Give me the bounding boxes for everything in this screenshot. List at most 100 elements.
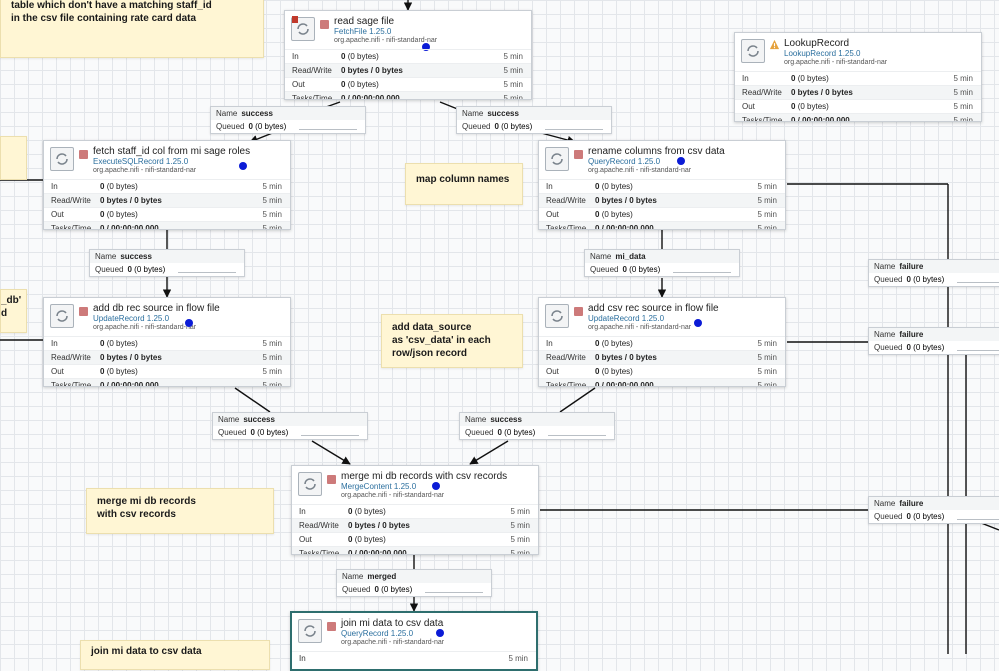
stat-tasks-label: Tasks/Time [51,381,92,387]
processor-name: fetch staff_id col from mi sage roles [93,146,251,157]
connection-mi-data[interactable]: Name mi_data Queued 0 (0 bytes) [584,249,740,277]
stopped-status-icon[interactable] [574,307,583,316]
processor-name: add db rec source in flow file [93,303,220,314]
stat-time: 5 min [503,80,523,89]
label-left-partial-top[interactable] [0,136,27,180]
stat-time: 5 min [503,66,523,75]
label-join-data[interactable]: join mi data to csv data [80,640,270,670]
queue-bar [673,272,731,273]
conn-queued-bytes: (0 bytes) [913,275,945,284]
processor-type: UpdateRecord 1.25.0 [93,314,170,323]
stat-in-label: In [546,339,553,348]
warning-icon[interactable] [769,39,780,50]
stat-tasks-label: Tasks/Time [742,116,783,122]
label-add-data-source[interactable]: add data_source as 'csv_data' in each ro… [381,314,523,368]
conn-queued-count: 0 [127,265,132,274]
processor-join-mi-data[interactable]: join mi data to csv data QueryRecord 1.2… [290,611,538,671]
connection-failure-3[interactable]: Name failure Queued 0 (0 bytes) [868,496,999,524]
stat-in-label: In [299,507,306,516]
processor-icon [50,147,74,171]
stopped-status-icon[interactable] [320,20,329,29]
stat-in-value: 0 (0 bytes) [595,339,633,348]
connection-success-5[interactable]: Name success Queued 0 (0 bytes) [459,412,615,440]
label-map-columns[interactable]: map column names [405,163,523,205]
label-merge-records[interactable]: merge mi db records with csv records [86,488,274,534]
stat-rw-label: Read/Write [299,521,339,530]
stat-in-value: 0 (0 bytes) [341,52,379,61]
stat-out-label: Out [51,367,64,376]
stopped-status-icon[interactable] [79,307,88,316]
processor-type: QueryRecord 1.25.0 [341,629,414,638]
stat-time: 5 min [757,182,777,191]
bulletin-indicator[interactable] [239,162,247,170]
stat-time: 5 min [757,224,777,230]
stat-in-value: 0 (0 bytes) [791,74,829,83]
stat-time: 5 min [953,116,973,122]
conn-queued-count: 0 [494,122,499,131]
stat-rw-label: Read/Write [51,353,91,362]
label-left-partial[interactable]: _db' d [0,289,27,333]
stat-in-label: In [51,339,58,348]
flow-canvas[interactable]: table which don't have a matching staff_… [0,0,999,671]
processor-type: QueryRecord 1.25.0 [588,157,661,166]
bulletin-indicator[interactable] [694,319,702,327]
label-top-left[interactable]: table which don't have a matching staff_… [0,0,264,58]
stat-time: 5 min [503,52,523,61]
connection-success-3[interactable]: Name success Queued 0 (0 bytes) [89,249,245,277]
processor-name: add csv rec source in flow file [588,303,719,314]
conn-name-key: Name [874,262,896,271]
stat-rw-label: Read/Write [546,196,586,205]
stat-in-label: In [742,74,749,83]
processor-merge-records[interactable]: merge mi db records with csv records Mer… [291,465,539,555]
connection-success-4[interactable]: Name success Queued 0 (0 bytes) [212,412,368,440]
conn-name-value: success [487,109,519,118]
connection-success-2[interactable]: Name success Queued 0 (0 bytes) [456,106,612,134]
stopped-status-icon[interactable] [327,475,336,484]
bulletin-indicator[interactable] [436,629,444,637]
conn-queued-bytes: (0 bytes) [134,265,166,274]
connection-success-1[interactable]: Name success Queued 0 (0 bytes) [210,106,366,134]
processor-lookup-record[interactable]: LookupRecord LookupRecord 1.25.0 org.apa… [734,32,982,122]
conn-queued-count: 0 [906,275,911,284]
stat-time: 5 min [503,94,523,100]
processor-add-csv-source[interactable]: add csv rec source in flow file UpdateRe… [538,297,786,387]
stat-in-label: In [546,182,553,191]
queue-bar [957,282,999,283]
processor-rename-columns[interactable]: rename columns from csv data QueryRecord… [538,140,786,230]
stat-time: 5 min [757,367,777,376]
conn-name-key: Name [218,415,240,424]
primary-node-icon [292,16,298,23]
stat-rw-label: Read/Write [546,353,586,362]
bulletin-indicator[interactable] [432,482,440,490]
connection-failure-1[interactable]: Name failure Queued 0 (0 bytes) [868,259,999,287]
conn-queued-count: 0 [622,265,627,274]
processor-bundle: org.apache.nifi - nifi-standard-nar [93,167,197,174]
stat-out-value: 0 (0 bytes) [100,210,138,219]
queue-bar [548,435,606,436]
bulletin-indicator[interactable] [677,157,685,165]
conn-name-value: failure [899,330,924,339]
connection-failure-2[interactable]: Name failure Queued 0 (0 bytes) [868,327,999,355]
connection-merged[interactable]: Name merged Queued 0 (0 bytes) [336,569,492,597]
conn-name-key: Name [216,109,238,118]
processor-name: join mi data to csv data [341,618,444,629]
processor-add-db-source[interactable]: add db rec source in flow file UpdateRec… [43,297,291,387]
stat-rw-value: 0 bytes / 0 bytes [341,66,403,75]
stopped-status-icon[interactable] [327,622,336,631]
processor-read-sage-file[interactable]: read sage file FetchFile 1.25.0 org.apac… [284,10,532,100]
stat-time: 5 min [757,381,777,387]
stat-rw-value: 0 bytes / 0 bytes [595,196,657,205]
stat-time: 5 min [757,210,777,219]
stat-rw-value: 0 bytes / 0 bytes [791,88,853,97]
processor-type: LookupRecord 1.25.0 [784,49,861,58]
conn-queued-key: Queued [342,585,371,594]
stopped-status-icon[interactable] [79,150,88,159]
stat-tasks-label: Tasks/Time [546,224,587,230]
processor-name: LookupRecord [784,38,850,49]
processor-fetch-staff-id[interactable]: fetch staff_id col from mi sage roles Ex… [43,140,291,230]
bulletin-indicator[interactable] [185,319,193,327]
stopped-status-icon[interactable] [574,150,583,159]
stat-time: 5 min [510,549,530,555]
conn-queued-key: Queued [216,122,245,131]
conn-queued-bytes: (0 bytes) [913,512,945,521]
